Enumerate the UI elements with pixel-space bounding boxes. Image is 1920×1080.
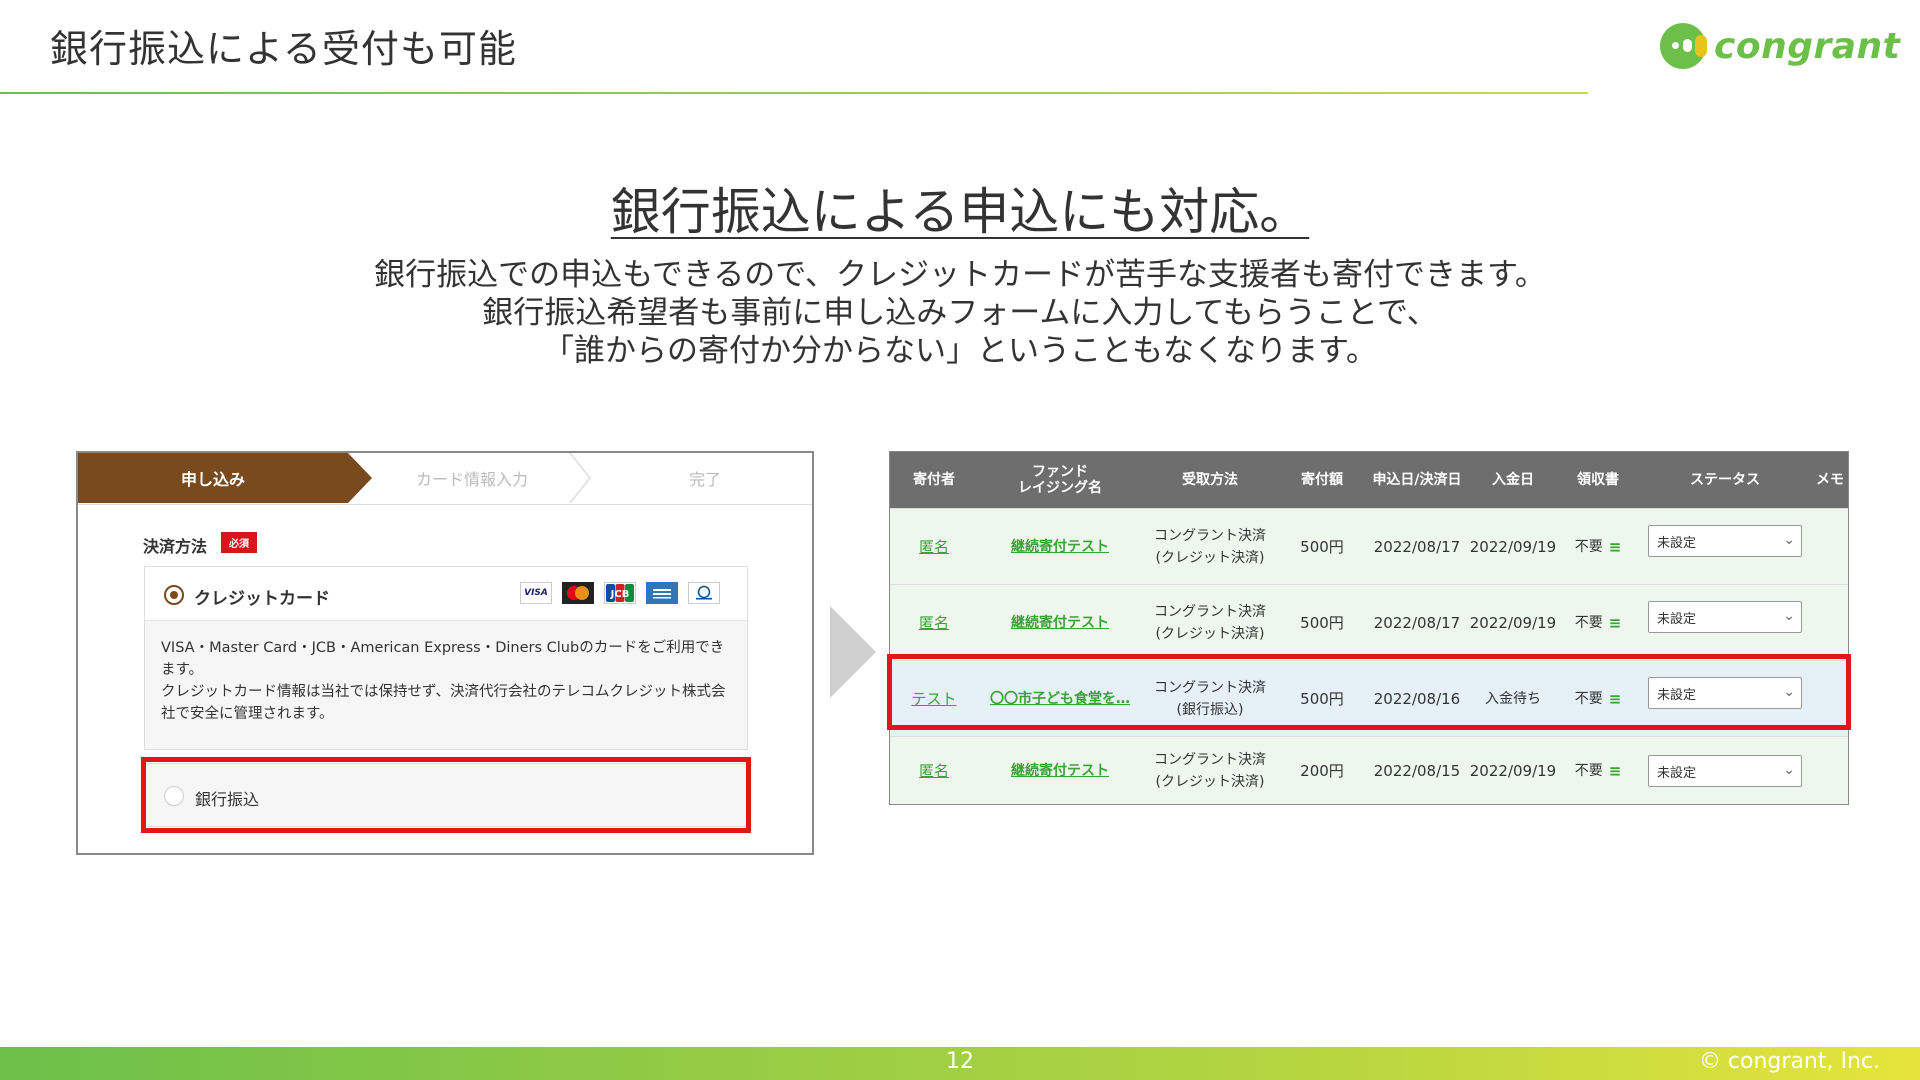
amex-icon	[646, 582, 678, 604]
body-text: 銀行振込での申込もできるので、クレジットカードが苦手な支援者も寄付できます。 銀…	[0, 256, 1920, 370]
menu-icon[interactable]: ≡	[1609, 536, 1622, 558]
amount-cell: 500円	[1300, 614, 1344, 632]
bank-transfer-highlight	[141, 757, 751, 833]
required-badge: 必須	[221, 532, 257, 553]
donation-table-screenshot: 寄付者 ファンド レイジング名 受取方法 寄付額 申込日/決済日 入金日 領収書 …	[889, 451, 1849, 805]
credit-card-radio[interactable]	[164, 585, 184, 605]
paid-date-cell: 2022/09/19	[1469, 614, 1557, 632]
mastercard-icon	[562, 582, 594, 604]
method-cell: コングラント決済 (クレジット決済)	[1154, 752, 1266, 790]
jcb-icon: JCB	[604, 582, 636, 604]
header-paid-date: 入金日	[1492, 472, 1534, 488]
header-donor: 寄付者	[913, 472, 955, 488]
donor-link[interactable]: 匿名	[919, 760, 949, 782]
credit-card-title: クレジットカード	[194, 589, 330, 609]
fund-link[interactable]: 継続寄付テスト	[1011, 760, 1109, 782]
fund-link[interactable]: 継続寄付テスト	[1011, 536, 1109, 558]
logo-text: congrant	[1714, 25, 1901, 67]
copyright: © congrant, Inc.	[1698, 1049, 1880, 1074]
header-receipt: 領収書	[1577, 472, 1619, 488]
credit-card-option[interactable]: クレジットカード VISA JCB VISA・Master Card・JCB・A…	[144, 566, 748, 750]
fund-link[interactable]: 継続寄付テスト	[1011, 612, 1109, 634]
chevron-down-icon: ⌄	[1783, 608, 1795, 624]
table-row: 匿名 継続寄付テスト コングラント決済 (クレジット決済) 500円 2022/0…	[890, 508, 1848, 584]
receipt-cell: 不要 ≡	[1574, 760, 1622, 782]
header-applied-date: 申込日/決済日	[1372, 472, 1462, 488]
header-status: ステータス	[1690, 472, 1760, 488]
arrow-right-icon	[830, 606, 876, 698]
receipt-cell: 不要 ≡	[1574, 612, 1622, 634]
credit-card-description: VISA・Master Card・JCB・American Express・Di…	[161, 637, 737, 725]
visa-icon: VISA	[520, 582, 552, 604]
card-brand-logos: VISA JCB	[520, 582, 720, 604]
status-select[interactable]: 未設定 ⌄	[1648, 755, 1802, 787]
menu-icon[interactable]: ≡	[1609, 760, 1622, 782]
credit-card-description-1: VISA・Master Card・JCB・American Express・Di…	[161, 640, 725, 678]
chevron-down-icon: ⌄	[1783, 532, 1795, 548]
header-amount: 寄付額	[1301, 472, 1343, 488]
amount-cell: 500円	[1300, 538, 1344, 556]
status-select[interactable]: 未設定 ⌄	[1648, 601, 1802, 633]
applied-date-cell: 2022/08/17	[1373, 538, 1461, 556]
step-apply: 申し込み	[78, 453, 372, 503]
diners-club-icon	[688, 582, 720, 604]
table-row: 匿名 継続寄付テスト コングラント決済 (クレジット決済) 500円 2022/0…	[890, 584, 1848, 660]
table-header: 寄付者 ファンド レイジング名 受取方法 寄付額 申込日/決済日 入金日 領収書 …	[890, 452, 1848, 508]
step-complete: 完了	[688, 470, 721, 489]
applied-date-cell: 2022/08/15	[1373, 762, 1461, 780]
donor-link[interactable]: 匿名	[919, 536, 949, 558]
svg-text:JCB: JCB	[610, 589, 630, 600]
congrant-logo: congrant	[1658, 20, 1900, 72]
body-line-3: 「誰からの寄付か分からない」ということもなくなります。	[543, 333, 1377, 369]
slide-title: 銀行振込による受付も可能	[50, 27, 517, 71]
payment-method-label: 決済方法	[143, 537, 208, 556]
receipt-cell: 不要 ≡	[1574, 536, 1622, 558]
main-heading: 銀行振込による申込にも対応。	[0, 172, 1920, 244]
chevron-down-icon: ⌄	[1783, 762, 1795, 778]
applied-date-cell: 2022/08/17	[1373, 614, 1461, 632]
method-cell: コングラント決済 (クレジット決済)	[1154, 528, 1266, 566]
step-indicator: 申し込み カード情報入力 完了	[78, 453, 812, 505]
header-divider	[0, 92, 1588, 94]
header-method: 受取方法	[1182, 472, 1238, 488]
bank-transfer-row-highlight	[887, 654, 1851, 730]
credit-card-description-2: クレジットカード情報は当社では保持せず、決済代行会社のテレコムクレジット株式会社…	[161, 684, 726, 722]
table-row: 匿名 継続寄付テスト コングラント決済 (クレジット決済) 200円 2022/0…	[890, 736, 1848, 804]
body-line-2: 銀行振込希望者も事前に申し込みフォームに入力してもらうことで、	[482, 295, 1438, 331]
main-heading-text: 銀行振込による申込にも対応。	[610, 183, 1310, 241]
step-card-info: カード情報入力	[415, 470, 528, 489]
method-cell: コングラント決済 (クレジット決済)	[1154, 604, 1266, 642]
chevron-right-icon	[569, 453, 591, 503]
credit-card-header: クレジットカード VISA JCB	[145, 567, 747, 621]
header-fund: ファンド レイジング名	[1018, 464, 1102, 496]
amount-cell: 200円	[1300, 762, 1344, 780]
donor-link[interactable]: 匿名	[919, 612, 949, 634]
paid-date-cell: 2022/09/19	[1469, 538, 1557, 556]
paid-date-cell: 2022/09/19	[1469, 762, 1557, 780]
page-number: 12	[946, 1049, 974, 1074]
body-line-1: 銀行振込での申込もできるので、クレジットカードが苦手な支援者も寄付できます。	[374, 257, 1546, 293]
status-select[interactable]: 未設定 ⌄	[1648, 525, 1802, 557]
header-memo: メモ	[1816, 472, 1844, 488]
congrant-logo-icon	[1658, 21, 1708, 71]
menu-icon[interactable]: ≡	[1609, 612, 1622, 634]
